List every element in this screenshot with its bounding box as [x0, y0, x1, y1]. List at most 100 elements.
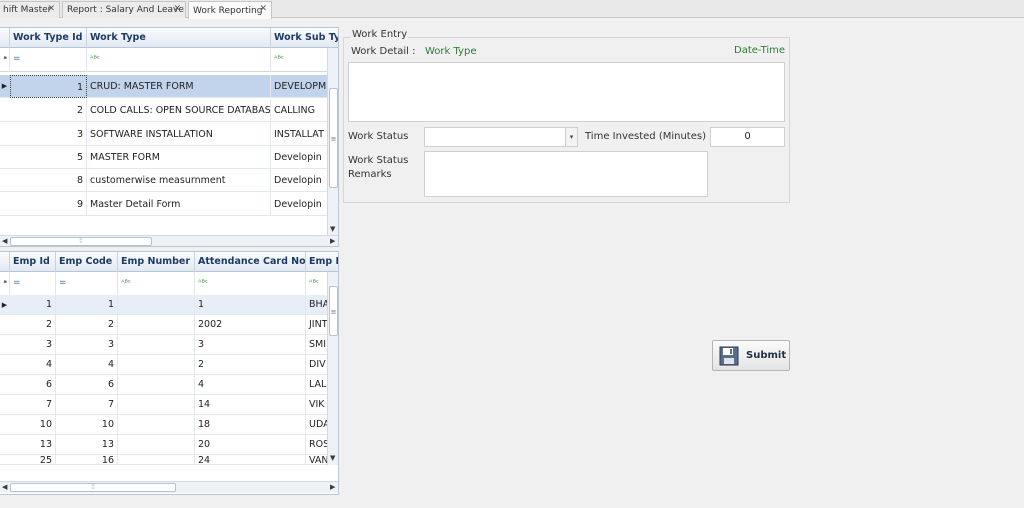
cell-work-sub-type[interactable]: Developin	[271, 169, 328, 192]
cell-attendance-card-no[interactable]: 14	[195, 395, 306, 415]
column-header-attendance-card-no[interactable]: Attendance Card No	[195, 252, 306, 272]
work-detail-area[interactable]	[348, 62, 785, 122]
scroll-left-arrow-icon[interactable]: ◀	[2, 483, 7, 491]
cell-work-type-id[interactable]: 8	[10, 169, 87, 192]
cell-work-type-id[interactable]: 2	[10, 99, 87, 122]
cell-attendance-card-no[interactable]: 4	[195, 375, 306, 395]
filter-cell-emp-number[interactable]: ᴬᴮᶜ	[118, 272, 195, 296]
cell-work-sub-type[interactable]: DEVELOPM	[271, 75, 328, 98]
cell-emp-code[interactable]: 1	[56, 295, 118, 315]
cell-emp-number[interactable]	[118, 455, 195, 464]
table-row[interactable]: 25 16 24 VAN	[0, 455, 328, 465]
cell-attendance-card-no[interactable]: 2	[195, 355, 306, 375]
scroll-right-arrow-icon[interactable]: ▶	[330, 237, 335, 245]
column-header-emp-id[interactable]: Emp Id	[10, 252, 56, 272]
filter-cell-work-type[interactable]: ᴬᴮᶜ	[87, 48, 271, 72]
cell-work-type[interactable]: customerwise measurnment	[87, 169, 271, 192]
filter-cell-work-type-id[interactable]: =	[10, 48, 87, 72]
cell-work-type[interactable]: Master Detail Form	[87, 193, 271, 216]
cell-attendance-card-no[interactable]: 3	[195, 335, 306, 355]
cell-attendance-card-no[interactable]: 18	[195, 415, 306, 435]
filter-cell-emp-id[interactable]: =	[10, 272, 56, 296]
table-row[interactable]: 8 customerwise measurnment Developin	[0, 169, 328, 192]
scroll-left-arrow-icon[interactable]: ◀	[2, 237, 7, 245]
cell-emp-number[interactable]	[118, 415, 195, 435]
cell-work-type[interactable]: MASTER FORM	[87, 146, 271, 169]
table-row[interactable]: 13 13 20 ROS	[0, 435, 328, 455]
table-row[interactable]: ▶ 1 CRUD: MASTER FORM DEVELOPM	[0, 75, 328, 98]
vertical-scrollbar[interactable]: ≡ ▼	[327, 48, 338, 236]
close-icon[interactable]: ✕	[47, 4, 55, 14]
auto-filter-row[interactable]: ⁍ = = ᴬᴮᶜ ᴬᴮᶜ ᴬᴮᶜ	[0, 272, 328, 296]
tab-shift-master[interactable]: hift Master ✕	[0, 1, 60, 18]
cell-emp-code[interactable]: 6	[56, 375, 118, 395]
cell-emp-code[interactable]: 2	[56, 315, 118, 335]
table-row[interactable]: 5 MASTER FORM Developin	[0, 146, 328, 169]
scrollbar-thumb[interactable]: ≡	[329, 88, 338, 188]
cell-emp-number[interactable]	[118, 395, 195, 415]
submit-button[interactable]: Submit	[712, 340, 790, 371]
column-header-work-type[interactable]: Work Type	[87, 28, 271, 48]
cell-emp-id[interactable]: 3	[10, 335, 56, 355]
table-row[interactable]: 2 COLD CALLS: OPEN SOURCE DATABASE CALLI…	[0, 99, 328, 122]
filter-cell-emp-code[interactable]: =	[56, 272, 118, 296]
scroll-down-arrow-icon[interactable]: ▼	[330, 225, 335, 233]
cell-emp-id[interactable]: 2	[10, 315, 56, 335]
cell-emp-number[interactable]	[118, 335, 195, 355]
column-header-emp-number[interactable]: Emp Number	[118, 252, 195, 272]
close-icon[interactable]: ✕	[259, 4, 267, 14]
cell-work-type[interactable]: SOFTWARE INSTALLATION	[87, 123, 271, 146]
cell-emp-id[interactable]: 4	[10, 355, 56, 375]
work-status-remarks-input[interactable]	[424, 151, 708, 197]
scroll-down-arrow-icon[interactable]: ▼	[330, 454, 335, 462]
filter-cell-work-sub-type[interactable]: ᴬᴮᶜ	[271, 48, 328, 72]
cell-work-sub-type[interactable]: Developin	[271, 146, 328, 169]
cell-emp-name[interactable]: JINT	[306, 315, 328, 335]
table-row[interactable]: ▶ 1 1 1 BHA	[0, 295, 328, 315]
column-header-work-sub-type[interactable]: Work Sub Typ	[271, 28, 338, 48]
scrollbar-thumb[interactable]: ⦙⦙	[10, 237, 152, 246]
cell-emp-id[interactable]: 13	[10, 435, 56, 455]
table-row[interactable]: 9 Master Detail Form Developin	[0, 193, 328, 216]
cell-emp-code[interactable]: 10	[56, 415, 118, 435]
cell-work-type-id[interactable]: 5	[10, 146, 87, 169]
filter-cell-emp-name[interactable]: ᴬᴮᶜ	[306, 272, 328, 296]
cell-emp-name[interactable]: BHA	[306, 295, 328, 315]
cell-attendance-card-no[interactable]: 2002	[195, 315, 306, 335]
cell-attendance-card-no[interactable]: 20	[195, 435, 306, 455]
scrollbar-thumb[interactable]: ≡	[329, 286, 338, 336]
cell-emp-id[interactable]: 25	[10, 455, 56, 464]
cell-emp-name[interactable]: LAL	[306, 375, 328, 395]
close-icon[interactable]: ✕	[173, 4, 181, 14]
cell-work-type-id[interactable]: 9	[10, 193, 87, 216]
tab-report-salary-leave[interactable]: Report : Salary And Leave ✕	[62, 1, 186, 18]
vertical-scrollbar[interactable]: ≡ ▼	[327, 272, 338, 465]
horizontal-scrollbar[interactable]: ◀ ⦙⦙ ▶	[0, 481, 338, 493]
cell-emp-code[interactable]: 3	[56, 335, 118, 355]
time-invested-input[interactable]: 0	[710, 127, 785, 147]
cell-work-type-id[interactable]: 3	[10, 123, 87, 146]
cell-emp-name[interactable]: VIK	[306, 395, 328, 415]
cell-work-sub-type[interactable]: CALLING	[271, 99, 328, 122]
cell-emp-name[interactable]: ROS	[306, 435, 328, 455]
work-status-combobox[interactable]: ▾	[424, 127, 578, 147]
cell-emp-code[interactable]: 16	[56, 455, 118, 464]
cell-emp-name[interactable]: UDA	[306, 415, 328, 435]
cell-emp-number[interactable]	[118, 315, 195, 335]
cell-emp-number[interactable]	[118, 295, 195, 315]
cell-work-type[interactable]: COLD CALLS: OPEN SOURCE DATABASE	[87, 99, 271, 122]
cell-attendance-card-no[interactable]: 24	[195, 455, 306, 464]
horizontal-scrollbar[interactable]: ◀ ⦙⦙ ▶	[0, 235, 338, 246]
cell-emp-id[interactable]: 10	[10, 415, 56, 435]
chevron-down-icon[interactable]: ▾	[565, 128, 577, 146]
cell-emp-name[interactable]: SMI	[306, 335, 328, 355]
tab-work-reporting[interactable]: Work Reporting ✕	[188, 1, 272, 19]
cell-emp-id[interactable]: 6	[10, 375, 56, 395]
filter-cell-attendance-card-no[interactable]: ᴬᴮᶜ	[195, 272, 306, 296]
cell-emp-id[interactable]: 1	[10, 295, 56, 315]
auto-filter-row[interactable]: ⁍ = ᴬᴮᶜ ᴬᴮᶜ	[0, 48, 328, 72]
table-row[interactable]: 3 3 3 SMI	[0, 335, 328, 355]
cell-emp-code[interactable]: 4	[56, 355, 118, 375]
column-header-work-type-id[interactable]: Work Type Id	[10, 28, 87, 48]
table-row[interactable]: 4 4 2 DIV	[0, 355, 328, 375]
